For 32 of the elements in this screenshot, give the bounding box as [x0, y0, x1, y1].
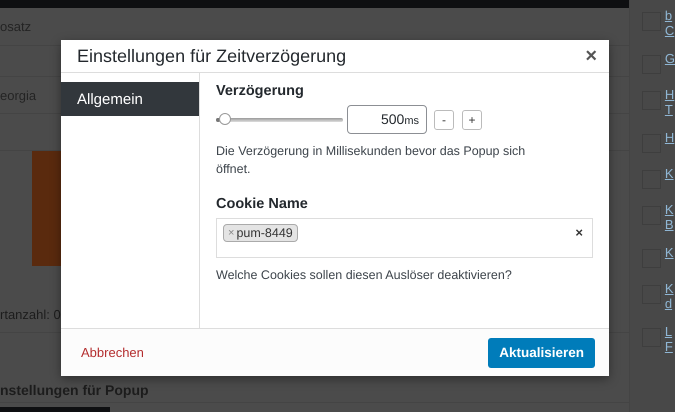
- category-link[interactable]: K: [664, 245, 674, 260]
- category-link[interactable]: L: [664, 324, 673, 339]
- increase-button[interactable]: +: [462, 110, 482, 130]
- cancel-link[interactable]: Abbrechen: [81, 345, 144, 360]
- dialog-title: Einstellungen für Zeitverzögerung: [77, 46, 346, 66]
- help-text: Welche Cookies sollen diesen Auslöser deaktivieren?: [216, 267, 513, 284]
- category-link[interactable]: C: [664, 23, 674, 38]
- category-link[interactable]: K: [664, 281, 674, 296]
- tag-label: pum-8449: [236, 226, 293, 240]
- update-button[interactable]: Aktualisieren: [488, 338, 595, 368]
- delay-input[interactable]: 500ms: [347, 105, 427, 134]
- slider-handle[interactable]: [219, 112, 232, 124]
- category-link[interactable]: K: [664, 202, 674, 217]
- category-link[interactable]: H: [664, 130, 674, 145]
- category-link[interactable]: B: [664, 217, 674, 232]
- nav-tab[interactable]: Allgemein: [61, 82, 199, 116]
- category-link[interactable]: b: [664, 8, 674, 23]
- category-link[interactable]: G: [664, 51, 675, 66]
- category-link[interactable]: H: [664, 87, 674, 102]
- field-label: Cookie Name: [216, 196, 309, 212]
- clear-button[interactable]: ×: [575, 225, 583, 240]
- category-link[interactable]: T: [664, 102, 674, 117]
- field-label: Verzögerung: [216, 83, 305, 99]
- close-button[interactable]: ×: [585, 44, 597, 68]
- category-link[interactable]: K: [664, 166, 674, 181]
- cookie-input-field[interactable]: × pum-8449 ×: [216, 218, 593, 258]
- help-text: Die Verzögerung in Millisekunden bevor das Popup sich öffnet.: [216, 143, 526, 178]
- delay-slider[interactable]: [216, 112, 343, 126]
- decrease-button[interactable]: -: [434, 110, 454, 130]
- remove-tag-button[interactable]: ×: [228, 227, 234, 239]
- category-link[interactable]: F: [664, 339, 673, 354]
- category-link[interactable]: d: [664, 296, 674, 311]
